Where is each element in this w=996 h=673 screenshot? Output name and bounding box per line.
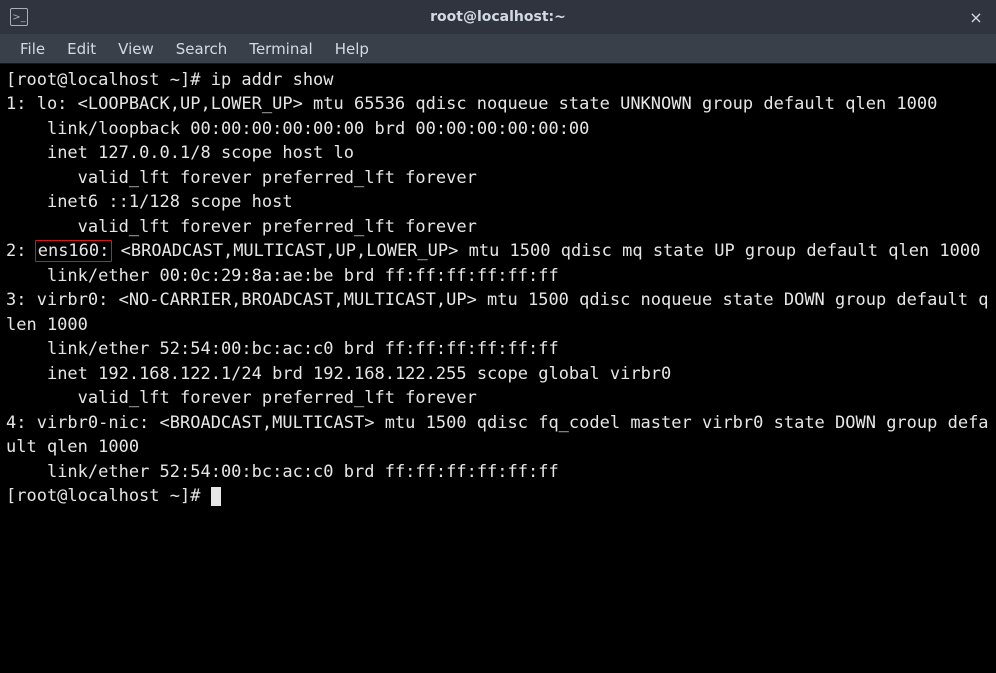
window-title: root@localhost:~ <box>0 9 996 25</box>
menubar: File Edit View Search Terminal Help <box>0 34 996 64</box>
output-line: link/ether 52:54:00:bc:ac:c0 brd ff:ff:f… <box>6 462 559 482</box>
output-line: 2: <box>6 241 37 261</box>
menu-terminal[interactable]: Terminal <box>239 36 322 62</box>
menu-view[interactable]: View <box>108 36 164 62</box>
typed-command: ip addr show <box>211 70 334 90</box>
menu-help[interactable]: Help <box>325 36 379 62</box>
shell-prompt: [root@localhost ~]# <box>6 486 211 506</box>
output-line: <BROADCAST,MULTICAST,UP,LOWER_UP> mtu 15… <box>110 241 980 261</box>
titlebar: >_ root@localhost:~ × <box>0 0 996 34</box>
output-line: 3: virbr0: <NO-CARRIER,BROADCAST,MULTICA… <box>6 290 989 334</box>
close-button[interactable]: × <box>966 7 986 27</box>
terminal-window: >_ root@localhost:~ × File Edit View Sea… <box>0 0 996 673</box>
text-cursor <box>211 487 221 506</box>
output-line: 4: virbr0-nic: <BROADCAST,MULTICAST> mtu… <box>6 413 989 457</box>
highlight-interface-name: ens160: <box>35 240 113 262</box>
shell-prompt: [root@localhost ~]# <box>6 70 211 90</box>
output-line: 1: lo: <LOOPBACK,UP,LOWER_UP> mtu 65536 … <box>6 94 937 114</box>
output-line: link/ether 00:0c:29:8a:ae:be brd ff:ff:f… <box>6 266 559 286</box>
output-line: link/ether 52:54:00:bc:ac:c0 brd ff:ff:f… <box>6 339 559 359</box>
menu-edit[interactable]: Edit <box>57 36 106 62</box>
output-line: inet 127.0.0.1/8 scope host lo <box>6 143 354 163</box>
output-line: link/loopback 00:00:00:00:00:00 brd 00:0… <box>6 119 589 139</box>
menu-file[interactable]: File <box>10 36 55 62</box>
output-line: valid_lft forever preferred_lft forever <box>6 168 477 188</box>
app-terminal-icon: >_ <box>10 8 28 26</box>
terminal-viewport[interactable]: [root@localhost ~]# ip addr show 1: lo: … <box>0 64 996 673</box>
output-line: inet6 ::1/128 scope host <box>6 192 293 212</box>
output-line: inet 192.168.122.1/24 brd 192.168.122.25… <box>6 364 671 384</box>
menu-search[interactable]: Search <box>166 36 238 62</box>
output-line: valid_lft forever preferred_lft forever <box>6 217 477 237</box>
output-line: valid_lft forever preferred_lft forever <box>6 388 477 408</box>
